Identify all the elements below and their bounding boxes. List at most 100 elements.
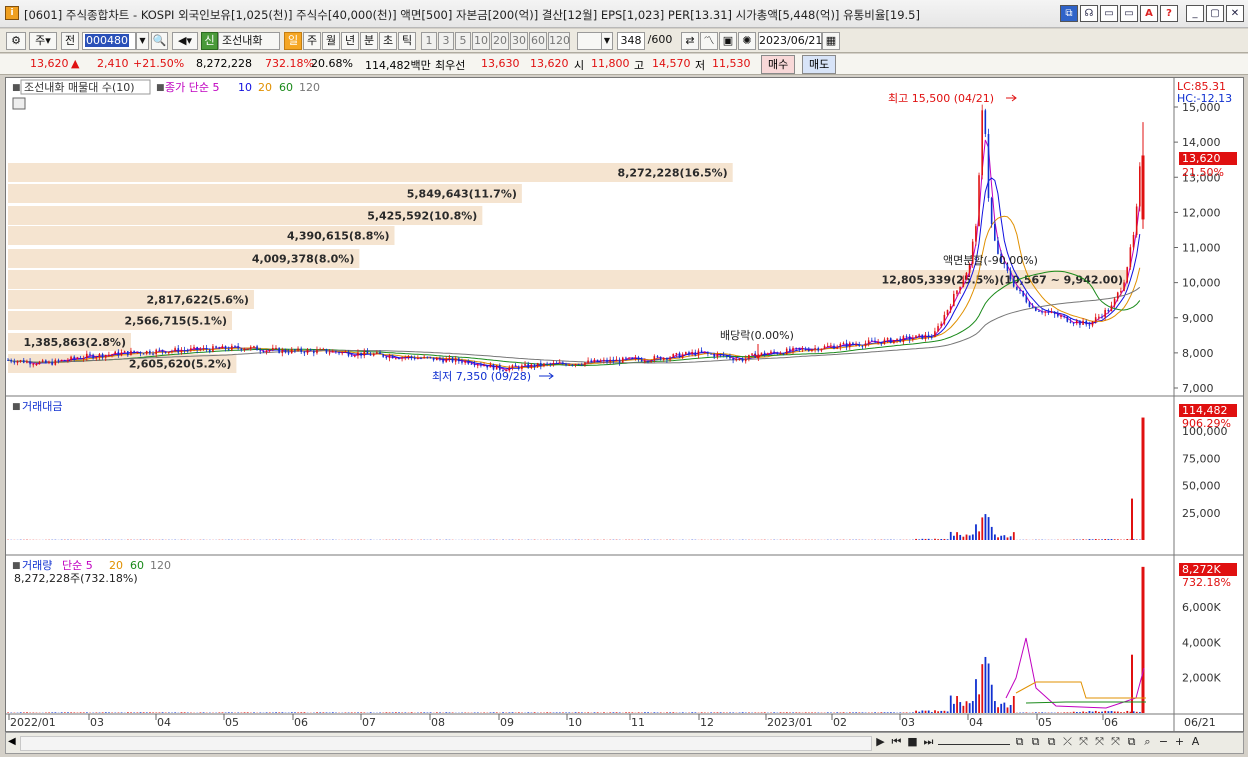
candle — [60, 360, 63, 362]
stock-code-input[interactable]: 000480 — [82, 32, 136, 50]
candle — [297, 348, 299, 351]
fast-forward-icon[interactable]: ⏭ — [922, 735, 935, 749]
sell-button[interactable]: 매도 — [802, 55, 837, 74]
horizontal-scrollbar[interactable] — [20, 736, 872, 751]
minute-60-button[interactable]: 60 — [529, 32, 547, 50]
period-2-button[interactable]: 월 — [322, 32, 340, 50]
minimize-button[interactable]: _ — [1186, 5, 1204, 22]
buy-button[interactable]: 매수 — [761, 55, 796, 74]
stock-chart[interactable]: 8,272,228(16.5%) 5,849,643(11.7%) 5,425,59… — [6, 78, 1243, 731]
crosshair-icon[interactable]: ⤫ — [1061, 735, 1074, 749]
candle — [435, 357, 438, 361]
zoom-icon[interactable]: ⌕ — [1141, 735, 1154, 749]
zoom-slider[interactable] — [938, 735, 1010, 745]
layout-icon[interactable]: ⧉ — [1013, 735, 1026, 749]
candle — [795, 347, 797, 349]
x-tick-label: 05 — [225, 716, 239, 729]
minus-icon[interactable]: − — [1157, 735, 1170, 749]
minute-1-button[interactable]: 1 — [421, 32, 437, 50]
close-button[interactable]: ✕ — [1226, 5, 1244, 22]
prev-button[interactable]: 전 — [61, 32, 79, 50]
amount-panel-title[interactable]: 거래대금 — [22, 400, 62, 413]
volume-bar — [546, 712, 549, 713]
line-chart-icon[interactable]: 〽 — [700, 32, 718, 50]
date-input[interactable]: 2023/06/21 — [758, 32, 822, 50]
rewind-icon[interactable]: ⏮ — [890, 735, 903, 749]
candle — [871, 340, 873, 342]
chart-area[interactable]: 8,272,228(16.5%) 5,849,643(11.7%) 5,425,59… — [5, 77, 1244, 732]
volume-bar — [369, 712, 372, 713]
candle — [372, 353, 375, 356]
legend-ma-60[interactable]: 60 — [279, 81, 293, 94]
gear-icon[interactable]: ✺ — [738, 32, 756, 50]
scroll-left-icon[interactable]: ◀ — [8, 736, 16, 747]
group-button[interactable]: ☊ — [1080, 5, 1098, 22]
volume-ma-60[interactable]: 60 — [130, 559, 144, 572]
layout-icon[interactable]: ⧉ — [1029, 735, 1042, 749]
maximize-button[interactable]: ▢ — [1206, 5, 1224, 22]
print-button[interactable]: ▭ — [1120, 5, 1138, 22]
help-button[interactable]: ? — [1160, 5, 1178, 22]
minute-20-button[interactable]: 20 — [491, 32, 509, 50]
minute-30-button[interactable]: 30 — [510, 32, 528, 50]
minute-5-button[interactable]: 5 — [455, 32, 471, 50]
candle — [262, 351, 265, 353]
save-icon[interactable]: ▣ — [719, 32, 737, 50]
legend-ma[interactable]: 종가 단순 5 — [165, 81, 219, 94]
font-button[interactable]: A — [1140, 5, 1158, 22]
draw-icon[interactable]: ⤧ — [1077, 735, 1090, 749]
period-3-button[interactable]: 년 — [341, 32, 359, 50]
candle — [54, 359, 57, 365]
draw-icon[interactable]: ⤧ — [1093, 735, 1106, 749]
candle — [183, 350, 186, 352]
period-5-button[interactable]: 초 — [379, 32, 397, 50]
candle — [193, 346, 195, 349]
candle — [290, 349, 293, 354]
plus-icon[interactable]: + — [1173, 735, 1186, 749]
volume-ma-120[interactable]: 120 — [150, 559, 171, 572]
chevron-down-icon[interactable]: ▼ — [601, 32, 613, 50]
stop-icon[interactable]: ■ — [906, 735, 919, 749]
candle — [675, 353, 678, 355]
legend-ma-10[interactable]: 10 — [238, 81, 252, 94]
table-icon[interactable] — [12, 97, 26, 110]
minute-3-button[interactable]: 3 — [438, 32, 454, 50]
amount-bar — [987, 517, 990, 540]
volume-bar — [527, 712, 530, 713]
period-6-button[interactable]: 틱 — [398, 32, 416, 50]
period-1-button[interactable]: 주 — [303, 32, 321, 50]
settings-icon[interactable]: ⚙ — [6, 32, 26, 50]
scroll-right-icon[interactable]: ▶ — [874, 735, 887, 749]
volume-ma-20[interactable]: 20 — [109, 559, 123, 572]
candle — [1135, 206, 1138, 235]
candle — [1091, 321, 1094, 326]
amount-bar — [1072, 539, 1075, 540]
legend-ma-120[interactable]: 120 — [299, 81, 320, 94]
swap-icon[interactable]: ⇄ — [681, 32, 699, 50]
font-icon[interactable]: A — [1189, 735, 1202, 749]
calendar-icon[interactable]: ▦ — [822, 32, 840, 50]
draw-icon[interactable]: ⤧ — [1109, 735, 1122, 749]
volume-ma-label[interactable]: 단순 5 — [62, 559, 93, 572]
candle — [29, 361, 31, 365]
speaker-icon[interactable]: ◀▾ — [172, 32, 198, 50]
minute-10-button[interactable]: 10 — [472, 32, 490, 50]
legend-volume-profile[interactable]: 조선내화 매물대 수(10) — [24, 81, 135, 94]
minute-120-button[interactable]: 120 — [548, 32, 570, 50]
amount-bar — [1088, 539, 1091, 540]
bar-count-input[interactable]: 348 — [617, 32, 645, 50]
period-0-button[interactable]: 일 — [284, 32, 302, 50]
legend-ma-20[interactable]: 20 — [258, 81, 272, 94]
amount-bar — [927, 538, 930, 540]
layout-icon[interactable]: ⧉ — [1045, 735, 1058, 749]
search-icon[interactable]: 🔍 — [151, 32, 168, 50]
screen-save-button[interactable]: ▭ — [1100, 5, 1118, 22]
period-4-button[interactable]: 분 — [360, 32, 378, 50]
market-select[interactable]: 주▾ — [29, 32, 57, 50]
chevron-down-icon[interactable]: ▼ — [136, 32, 149, 50]
window-icon[interactable]: ⧉ — [1125, 735, 1138, 749]
volume-panel-title[interactable]: 거래량 — [22, 559, 52, 572]
link-window-button[interactable]: ⧉ — [1060, 5, 1078, 22]
volume-bar — [625, 712, 627, 713]
candle — [272, 347, 274, 350]
